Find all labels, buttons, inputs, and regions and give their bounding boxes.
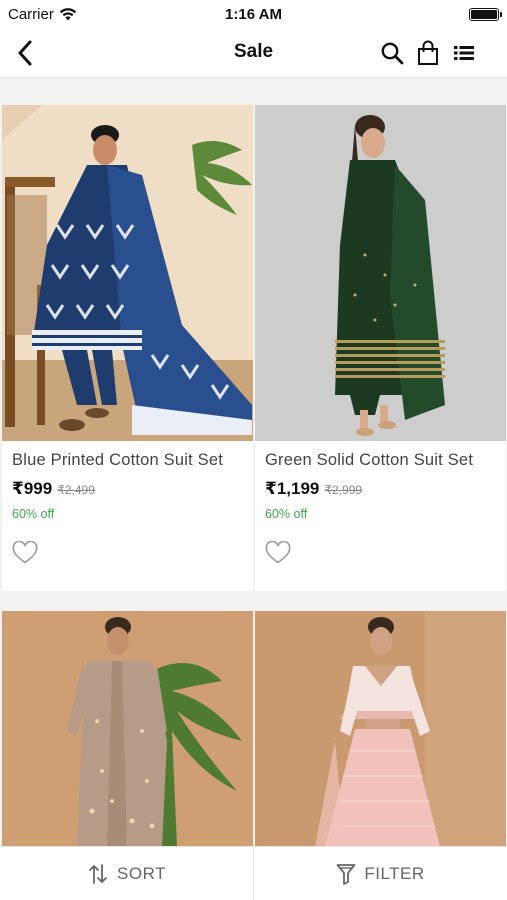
product-name: Blue Printed Cotton Suit Set [12,451,224,469]
product-name: Green Solid Cotton Suit Set [265,451,474,469]
product-photo-blue-suit [2,105,253,441]
product-card[interactable] [255,611,506,847]
product-photo-beige-set [2,611,253,847]
cart-button[interactable] [415,39,441,67]
product-card[interactable] [2,611,253,847]
filter-button[interactable]: FILTER [253,847,507,900]
product-photo-green-suit [255,105,506,441]
product-card[interactable]: Green Solid Cotton Suit Set ₹1,199 ₹2,99… [255,105,506,591]
status-bar: Carrier 1:16 AM [0,0,507,28]
product-mrp: ₹2,499 [57,483,95,497]
price-row: ₹999 ₹2,499 [12,479,243,499]
status-time: 1:16 AM [225,6,282,23]
product-discount: 60% off [12,507,55,521]
product-image[interactable] [2,611,253,847]
product-price: ₹1,199 [265,479,320,498]
product-image[interactable] [255,611,506,847]
heart-icon [265,540,291,564]
product-price: ₹999 [12,479,53,498]
heart-icon [12,540,38,564]
wishlist-button[interactable] [265,540,293,567]
product-info: Green Solid Cotton Suit Set ₹1,199 ₹2,99… [255,441,506,591]
sort-button[interactable]: SORT [0,847,253,900]
navigation-bar: Sale [0,28,507,78]
sort-label: SORT [117,863,166,883]
search-icon [381,42,404,65]
product-photo-pink-lehenga [255,611,506,847]
product-mrp: ₹2,999 [324,483,363,497]
product-card[interactable]: Blue Printed Cotton Suit Set ₹999 ₹2,499… [2,105,253,591]
product-image[interactable] [255,105,506,441]
filter-icon [336,863,356,885]
view-toggle-button[interactable] [451,39,477,67]
product-image[interactable] [2,105,253,441]
product-info: Blue Printed Cotton Suit Set ₹999 ₹2,499… [2,441,253,591]
list-view-icon [454,46,474,60]
sort-icon [89,863,107,884]
search-button[interactable] [379,39,405,67]
battery-icon [469,8,502,21]
price-row: ₹1,199 ₹2,999 [265,479,496,499]
filter-label: FILTER [364,863,425,883]
wishlist-button[interactable] [12,540,40,567]
bottom-action-bar: SORT FILTER [0,846,507,900]
product-discount: 60% off [265,507,308,521]
shopping-bag-icon [418,40,438,65]
nav-actions [379,39,477,67]
